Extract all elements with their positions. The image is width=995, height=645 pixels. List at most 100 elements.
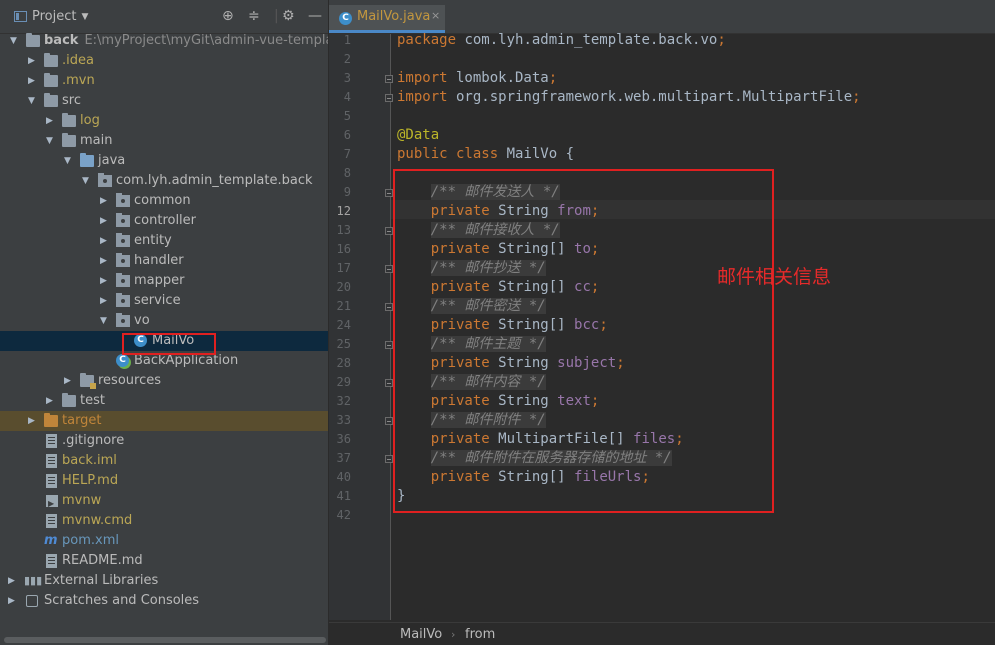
line-number: 33 bbox=[336, 413, 351, 427]
expand-arrow-icon[interactable]: ▼ bbox=[46, 131, 56, 151]
line-number: 9 bbox=[343, 185, 351, 199]
tree-item-label: src bbox=[62, 93, 81, 108]
tree-item-label: .gitignore bbox=[62, 433, 125, 448]
fold-toggle-icon[interactable] bbox=[385, 265, 393, 273]
tree-item-back[interactable]: ▼ back E:\myProject\myGit\admin-vue-templ… bbox=[0, 31, 367, 51]
line-number: 4 bbox=[343, 90, 351, 104]
line-number: 24 bbox=[336, 318, 351, 332]
package-icon bbox=[116, 293, 130, 307]
project-panel: Project ▼ ⊕ ≑ | ⚙ — ▼ back E:\myProject\m… bbox=[0, 0, 367, 645]
tree-item-handler[interactable]: ▶ handler bbox=[0, 251, 328, 271]
tree-item-label: .mvn bbox=[62, 73, 95, 88]
fold-toggle-icon[interactable] bbox=[385, 94, 393, 102]
expand-arrow-icon[interactable]: ▶ bbox=[46, 111, 56, 131]
project-panel-header: Project ▼ ⊕ ≑ | ⚙ — bbox=[0, 0, 328, 34]
expand-arrow-icon[interactable]: ▼ bbox=[82, 171, 92, 191]
tree-item-idea[interactable]: ▶ .idea bbox=[0, 51, 328, 71]
collapse-all-icon[interactable]: ≑ bbox=[248, 8, 260, 24]
code-line[interactable]: package com.lyh.admin_template.back.vo; bbox=[397, 31, 726, 50]
tree-item-scratches[interactable]: ▶ Scratches and Consoles bbox=[0, 591, 328, 611]
breadcrumb-member[interactable]: from bbox=[465, 627, 495, 642]
horizontal-scrollbar[interactable] bbox=[4, 637, 326, 643]
expand-arrow-icon[interactable]: ▶ bbox=[100, 191, 110, 211]
tree-item-vo[interactable]: ▼ vo bbox=[0, 311, 328, 331]
project-view-selector[interactable]: Project ▼ bbox=[14, 9, 88, 24]
tree-item-pom-xml[interactable]: m pom.xml bbox=[0, 531, 328, 551]
expand-arrow-icon[interactable]: ▼ bbox=[100, 311, 110, 331]
tree-item-java[interactable]: ▼ java bbox=[0, 151, 328, 171]
expand-arrow-icon[interactable]: ▼ bbox=[64, 151, 74, 171]
tree-item-label: .idea bbox=[62, 53, 94, 68]
expand-arrow-icon[interactable]: ▶ bbox=[28, 411, 38, 431]
tree-item-main[interactable]: ▼ main bbox=[0, 131, 328, 151]
fold-toggle-icon[interactable] bbox=[385, 341, 393, 349]
fold-toggle-icon[interactable] bbox=[385, 303, 393, 311]
tree-item-back-iml[interactable]: back.iml bbox=[0, 451, 328, 471]
tree-item-root-package[interactable]: ▼ com.lyh.admin_template.back bbox=[0, 171, 328, 191]
code-line[interactable]: import lombok.Data; bbox=[397, 69, 557, 88]
fold-toggle-icon[interactable] bbox=[385, 75, 393, 83]
tree-item-log[interactable]: ▶ log bbox=[0, 111, 328, 131]
tree-item-mvnw-cmd[interactable]: mvnw.cmd bbox=[0, 511, 328, 531]
expand-arrow-icon[interactable]: ▶ bbox=[46, 391, 56, 411]
tree-item-label: back E:\myProject\myGit\admin-vue-templat… bbox=[44, 33, 368, 48]
line-number: 42 bbox=[336, 508, 351, 522]
tree-item-gitignore[interactable]: .gitignore bbox=[0, 431, 328, 451]
maven-icon: m bbox=[44, 533, 58, 548]
breadcrumb-class[interactable]: MailVo bbox=[400, 627, 442, 642]
tree-item-label: target bbox=[62, 413, 102, 428]
expand-arrow-icon[interactable]: ▶ bbox=[28, 71, 38, 91]
package-icon bbox=[116, 253, 130, 267]
tree-item-mvn[interactable]: ▶ .mvn bbox=[0, 71, 328, 91]
tree-item-common[interactable]: ▶ common bbox=[0, 191, 328, 211]
tree-item-external-libraries[interactable]: ▶ ▮▮▮ External Libraries bbox=[0, 571, 328, 591]
expand-arrow-icon[interactable]: ▶ bbox=[100, 211, 110, 231]
code-line[interactable]: public class MailVo { bbox=[397, 145, 574, 164]
expand-arrow-icon[interactable]: ▶ bbox=[28, 51, 38, 71]
package-icon bbox=[116, 313, 130, 327]
tree-item-target[interactable]: ▶ target bbox=[0, 411, 328, 431]
expand-arrow-icon[interactable]: ▶ bbox=[100, 251, 110, 271]
expand-arrow-icon[interactable]: ▼ bbox=[10, 31, 20, 51]
tree-item-test[interactable]: ▶ test bbox=[0, 391, 328, 411]
fold-toggle-icon[interactable] bbox=[385, 455, 393, 463]
package-icon bbox=[116, 233, 130, 247]
hide-panel-icon[interactable]: — bbox=[308, 8, 322, 24]
tree-item-resources[interactable]: ▶ resources bbox=[0, 371, 328, 391]
fold-toggle-icon[interactable] bbox=[385, 379, 393, 387]
expand-arrow-icon[interactable]: ▶ bbox=[8, 571, 18, 591]
fold-toggle-icon[interactable] bbox=[385, 417, 393, 425]
tree-item-entity[interactable]: ▶ entity bbox=[0, 231, 328, 251]
folder-icon bbox=[44, 93, 58, 107]
fields-highlight-box bbox=[393, 169, 774, 513]
expand-arrow-icon[interactable]: ▶ bbox=[100, 231, 110, 251]
breadcrumb-separator-icon: › bbox=[451, 628, 456, 641]
fold-toggle-icon[interactable] bbox=[385, 227, 393, 235]
fold-toggle-icon[interactable] bbox=[385, 189, 393, 197]
expand-arrow-icon[interactable]: ▼ bbox=[28, 91, 38, 111]
expand-arrow-icon[interactable]: ▶ bbox=[64, 371, 74, 391]
tree-item-label: back.iml bbox=[62, 453, 117, 468]
package-icon bbox=[116, 193, 130, 207]
tree-item-mapper[interactable]: ▶ mapper bbox=[0, 271, 328, 291]
tab-mailvo-java[interactable]: C MailVo.java × bbox=[329, 5, 445, 33]
expand-arrow-icon[interactable]: ▶ bbox=[100, 271, 110, 291]
locate-icon[interactable]: ⊕ bbox=[222, 8, 234, 24]
line-number: 7 bbox=[343, 147, 351, 161]
tree-item-controller[interactable]: ▶ controller bbox=[0, 211, 328, 231]
folder-icon bbox=[62, 113, 76, 127]
tree-item-src[interactable]: ▼ src bbox=[0, 91, 328, 111]
gear-icon[interactable]: ⚙ bbox=[282, 8, 295, 24]
tree-item-mvnw[interactable]: mvnw bbox=[0, 491, 328, 514]
tree-item-help-md[interactable]: HELP.md bbox=[0, 471, 328, 491]
tree-item-service[interactable]: ▶ service bbox=[0, 291, 328, 311]
line-number: 21 bbox=[336, 299, 351, 313]
close-icon[interactable]: × bbox=[431, 9, 440, 22]
code-line[interactable]: @Data bbox=[397, 126, 439, 145]
line-number: 16 bbox=[336, 242, 351, 256]
tree-item-readme-md[interactable]: README.md bbox=[0, 551, 328, 571]
tree-item-label: Scratches and Consoles bbox=[44, 593, 200, 608]
code-line[interactable]: import org.springframework.web.multipart… bbox=[397, 88, 861, 107]
expand-arrow-icon[interactable]: ▶ bbox=[8, 591, 18, 611]
expand-arrow-icon[interactable]: ▶ bbox=[100, 291, 110, 311]
